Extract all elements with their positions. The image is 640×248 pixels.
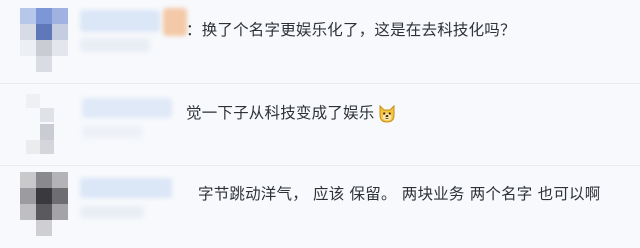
username[interactable]: [80, 10, 160, 32]
username-meta: [80, 38, 150, 52]
comment-item: 字节跳动洋气， 应该 保留。 两块业务 两个名字 也可以啊: [0, 166, 640, 248]
username-tag: [163, 8, 187, 36]
comment-text: 字节跳动洋气， 应该 保留。 两块业务 两个名字 也可以啊: [198, 185, 601, 203]
avatar[interactable]: [26, 94, 66, 156]
username[interactable]: [80, 178, 172, 198]
avatar[interactable]: [20, 172, 70, 238]
comment-text: 觉一下子从科技变成了娱乐: [186, 103, 397, 124]
comment-text-content: 觉一下子从科技变成了娱乐: [186, 104, 375, 122]
comment-list: ：换了个名字更娱乐化了，这是在去科技化吗？ 觉一下子从科技变成了娱乐 字节跳动洋…: [0, 0, 640, 248]
dog-face-emoji: [379, 104, 395, 123]
username[interactable]: [82, 98, 172, 118]
comment-text: ：换了个名字更娱乐化了，这是在去科技化吗？: [186, 21, 516, 39]
comment-item: 觉一下子从科技变成了娱乐: [0, 84, 640, 166]
username-meta: [82, 126, 142, 138]
comment-item: ：换了个名字更娱乐化了，这是在去科技化吗？: [0, 0, 640, 84]
avatar[interactable]: [20, 8, 70, 74]
username-meta: [80, 206, 144, 218]
